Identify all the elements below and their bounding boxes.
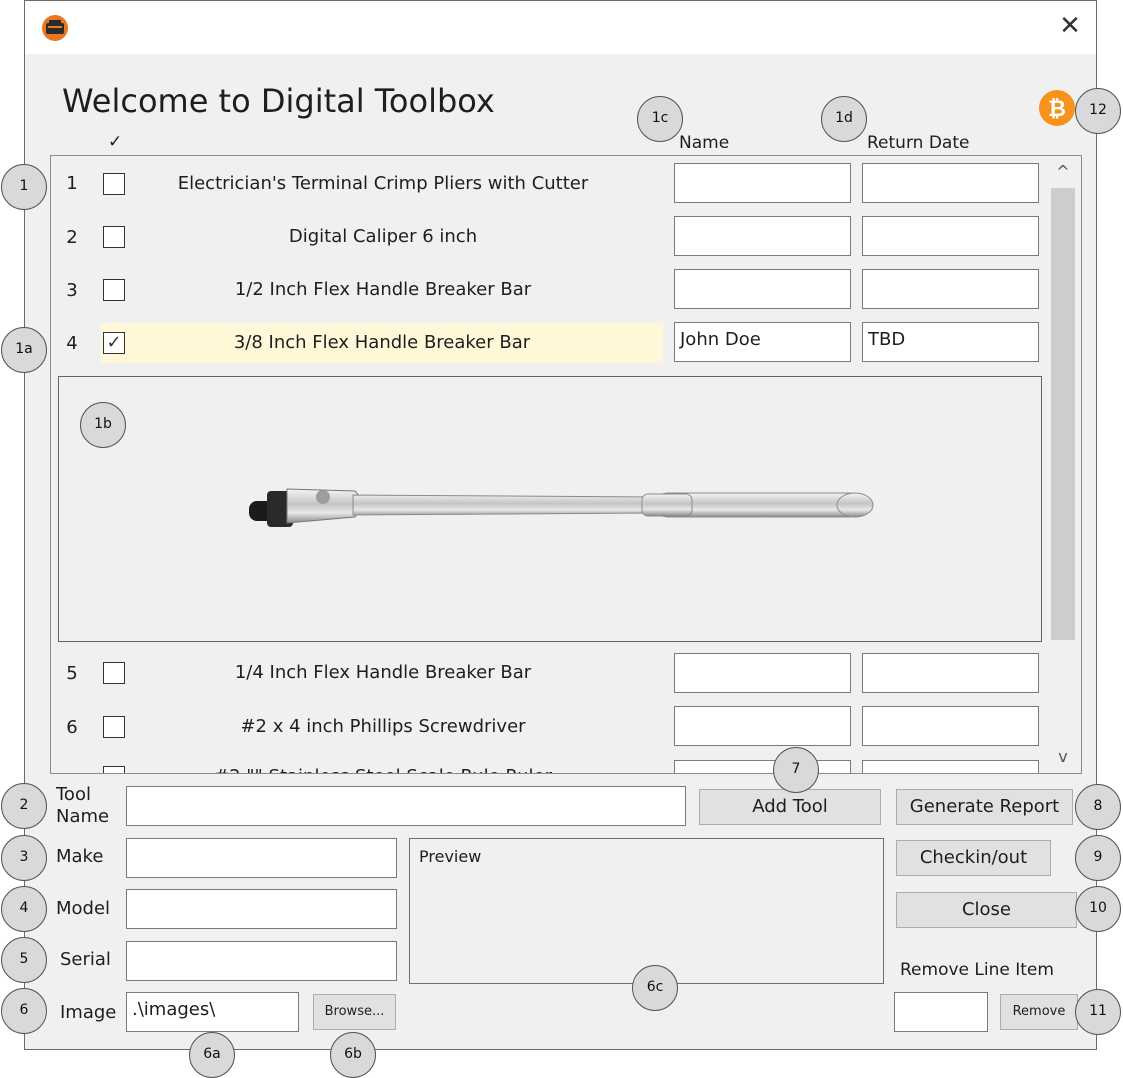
callout-marker: 9	[1075, 835, 1121, 881]
page-title: Welcome to Digital Toolbox	[62, 82, 495, 120]
return-date-column-header: Return Date	[867, 133, 970, 153]
toolbox-app-icon	[40, 14, 70, 42]
borrower-name-input[interactable]	[674, 216, 851, 256]
flex-handle-breaker-bar-photo	[249, 488, 874, 527]
callout-marker: 1	[1, 164, 47, 210]
name-column-header: Name	[679, 133, 730, 153]
tool-name-label: Tool Name	[56, 784, 110, 827]
return-date-input[interactable]	[862, 216, 1039, 256]
image-path-input[interactable]: .\images\	[126, 992, 299, 1032]
serial-label: Serial	[60, 949, 111, 970]
callout-marker: 6b	[330, 1032, 376, 1078]
title-bar	[25, 1, 1096, 54]
scroll-up-icon[interactable]: ^	[1049, 158, 1077, 186]
make-label: Make	[56, 846, 104, 867]
image-preview-pane: Preview	[409, 838, 884, 984]
row-number: 2	[66, 227, 78, 248]
tool-name: Digital Caliper 6 inch	[288, 226, 478, 247]
serial-input[interactable]	[126, 941, 397, 981]
tool-name-selected[interactable]: 3/8 Inch Flex Handle Breaker Bar	[101, 323, 663, 363]
row-number: 1	[66, 173, 78, 194]
callout-marker: 11	[1075, 989, 1121, 1035]
return-date-input[interactable]	[862, 760, 1039, 773]
callout-marker: 3	[1, 835, 47, 881]
borrower-name-input[interactable]	[674, 163, 851, 203]
tool-name: Electrician's Terminal Crimp Pliers with…	[177, 173, 589, 194]
return-date-input[interactable]: TBD	[862, 322, 1039, 362]
borrower-name-input[interactable]	[674, 653, 851, 693]
callout-marker: 12	[1075, 88, 1121, 134]
add-tool-button[interactable]: Add Tool	[699, 789, 881, 825]
tool-name: 1/4 Inch Flex Handle Breaker Bar	[234, 662, 532, 683]
tool-checkbox-checked[interactable]: ✓	[103, 332, 125, 354]
tool-name: 1/2 Inch Flex Handle Breaker Bar	[234, 279, 532, 300]
scrollbar-thumb[interactable]	[1051, 188, 1075, 640]
remove-button[interactable]: Remove	[1000, 994, 1078, 1030]
scroll-down-icon[interactable]: v	[1049, 743, 1077, 771]
borrower-name-input[interactable]	[674, 269, 851, 309]
callout-marker: 1d	[821, 96, 867, 142]
borrower-name-input[interactable]: John Doe	[674, 322, 851, 362]
return-date-input[interactable]	[862, 269, 1039, 309]
svg-text:₿: ₿	[1048, 97, 1066, 122]
borrower-name-input[interactable]	[674, 760, 851, 773]
return-date-input[interactable]	[862, 706, 1039, 746]
tool-name-input[interactable]	[126, 786, 686, 826]
callout-marker: 6c	[632, 965, 678, 1011]
callout-marker: 2	[1, 783, 47, 829]
row-number: 5	[66, 663, 78, 684]
return-date-input[interactable]	[862, 653, 1039, 693]
callout-marker: 7	[773, 747, 819, 793]
preview-label: Preview	[419, 847, 482, 866]
callout-marker: 6	[1, 988, 47, 1034]
browse-button[interactable]: Browse...	[313, 994, 396, 1030]
return-date-input[interactable]	[862, 163, 1039, 203]
callout-marker: 4	[1, 886, 47, 932]
checked-column-header: ✓	[108, 132, 123, 152]
tool-name: #2 "" Stainless Steel Scale Rule Ruler	[103, 763, 663, 773]
generate-report-button[interactable]: Generate Report	[896, 789, 1073, 825]
remove-line-item-label: Remove Line Item	[900, 960, 1054, 980]
callout-marker: 1b	[80, 402, 126, 448]
image-label: Image	[60, 1002, 117, 1023]
tool-image-pane	[58, 376, 1042, 642]
tool-name: #2 x 4 inch Phillips Screwdriver	[240, 716, 526, 737]
row-number: 6	[66, 717, 78, 738]
model-label: Model	[56, 898, 111, 919]
model-input[interactable]	[126, 889, 397, 929]
callout-marker: 1c	[637, 96, 683, 142]
callout-marker: 6a	[189, 1032, 235, 1078]
make-input[interactable]	[126, 838, 397, 878]
close-window-icon[interactable]: ✕	[1053, 8, 1087, 44]
bitcoin-icon[interactable]: ₿	[1037, 88, 1077, 128]
clipped-row-container: #2 "" Stainless Steel Scale Rule Ruler	[52, 760, 1048, 773]
row-number: 3	[66, 280, 78, 301]
callout-marker: 10	[1075, 886, 1121, 932]
row-number: 4	[66, 333, 78, 354]
callout-marker: 5	[1, 937, 47, 983]
checkin-out-button[interactable]: Checkin/out	[896, 840, 1051, 876]
borrower-name-input[interactable]	[674, 706, 851, 746]
close-button[interactable]: Close	[896, 892, 1077, 928]
callout-marker: 1a	[1, 327, 47, 373]
remove-line-item-input[interactable]	[894, 992, 988, 1032]
callout-marker: 8	[1075, 784, 1121, 830]
